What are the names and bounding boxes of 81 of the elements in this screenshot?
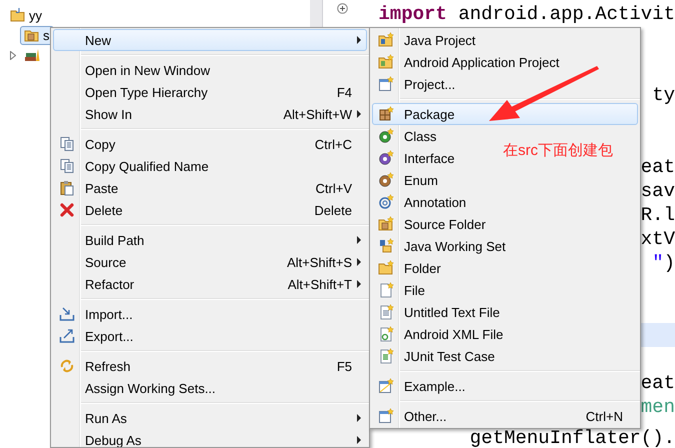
menu-item[interactable]: New bbox=[53, 29, 367, 51]
menu-item[interactable]: Android Application Project bbox=[372, 51, 582, 73]
working-set-icon bbox=[378, 238, 394, 254]
menu-item[interactable]: Other... Ctrl+N bbox=[372, 405, 638, 427]
menu-item[interactable]: Untitled Text File bbox=[372, 301, 523, 323]
menu-item[interactable]: Paste Ctrl+V bbox=[53, 177, 367, 199]
expand-icon[interactable] bbox=[10, 50, 16, 60]
code-line: eat bbox=[640, 156, 675, 178]
menu-item[interactable]: Import... bbox=[53, 303, 156, 325]
submenu-arrow-icon bbox=[357, 414, 361, 422]
menu-item[interactable]: Source Alt+Shift+S bbox=[53, 251, 367, 273]
menu-item[interactable]: Interface bbox=[372, 147, 478, 169]
menu-item[interactable]: Folder bbox=[372, 257, 464, 279]
menu-item[interactable]: Debug As bbox=[53, 429, 367, 447]
code-line: ") bbox=[652, 252, 675, 274]
menu-item[interactable]: Assign Working Sets... bbox=[53, 377, 239, 399]
menu-item[interactable]: Export... bbox=[53, 325, 156, 347]
project-folder-icon bbox=[378, 54, 394, 70]
menu-item[interactable]: Example... bbox=[372, 375, 488, 397]
source-folder-icon bbox=[378, 216, 394, 232]
menu-item[interactable]: Package bbox=[372, 103, 638, 125]
menu-item[interactable]: Java Project bbox=[372, 29, 499, 51]
code-line: R.l bbox=[640, 204, 675, 226]
clipboard-icon bbox=[59, 180, 75, 196]
menu-item[interactable]: File bbox=[372, 279, 448, 301]
submenu-arrow-icon bbox=[357, 258, 361, 266]
submenu-arrow-icon bbox=[357, 236, 361, 244]
delete-icon bbox=[59, 202, 75, 218]
annotation-icon bbox=[378, 194, 394, 210]
code-line: ty bbox=[652, 84, 675, 106]
text-file-icon bbox=[378, 304, 394, 320]
submenu-arrow-icon bbox=[357, 110, 361, 118]
annotation-text: 在src下面创建包 bbox=[503, 141, 613, 160]
menu-item[interactable]: Copy Qualified Name bbox=[53, 155, 232, 177]
submenu-arrow-icon bbox=[357, 436, 361, 444]
code-line: getMenuInflater(). bbox=[470, 429, 675, 447]
menu-item[interactable]: Run As bbox=[53, 407, 367, 429]
interface-icon bbox=[378, 150, 394, 166]
tree-item[interactable]: s bbox=[20, 26, 54, 44]
tree-item[interactable]: yy bbox=[6, 6, 46, 24]
submenu-arrow-icon bbox=[357, 280, 361, 288]
menu-item[interactable]: Delete Delete bbox=[53, 199, 367, 221]
menu-item[interactable]: Open in New Window bbox=[53, 59, 233, 81]
menu-item[interactable]: Refresh F5 bbox=[53, 355, 367, 377]
menu-item[interactable]: JUnit Test Case bbox=[372, 345, 518, 367]
file-icon bbox=[378, 282, 394, 298]
code-line: import android.app.Activit bbox=[378, 3, 675, 25]
xml-file-icon bbox=[378, 326, 394, 342]
code-line: eat bbox=[640, 372, 675, 394]
fold-icon[interactable] bbox=[337, 3, 348, 14]
menu-item[interactable]: Open Type Hierarchy F4 bbox=[53, 81, 367, 103]
menu-item[interactable]: Annotation bbox=[372, 191, 490, 213]
menu-item[interactable]: Java Working Set bbox=[372, 235, 529, 257]
enum-icon bbox=[378, 172, 394, 188]
menu-item[interactable]: Class bbox=[372, 125, 460, 147]
folder-icon bbox=[378, 260, 394, 276]
package-icon bbox=[378, 106, 394, 122]
code-line: xtV bbox=[640, 228, 675, 250]
menu-item[interactable]: Copy Ctrl+C bbox=[53, 133, 367, 155]
project-folder-icon bbox=[10, 7, 26, 23]
menu-item[interactable]: Source Folder bbox=[372, 213, 509, 235]
menu-item[interactable]: Refactor Alt+Shift+T bbox=[53, 273, 367, 295]
menu-item[interactable]: Show In Alt+Shift+W bbox=[53, 103, 367, 125]
export-icon bbox=[59, 328, 75, 344]
code-line: men bbox=[640, 396, 675, 418]
menu-item[interactable]: Project... bbox=[372, 73, 478, 95]
code-line: sav bbox=[640, 180, 675, 202]
class-icon bbox=[378, 128, 394, 144]
menu-item[interactable]: Build Path bbox=[53, 229, 367, 251]
project-folder-icon bbox=[378, 32, 394, 48]
copy-icon bbox=[59, 158, 75, 174]
copy-icon bbox=[59, 136, 75, 152]
menu-item[interactable]: Enum bbox=[372, 169, 461, 191]
refresh-icon bbox=[59, 358, 75, 374]
submenu-arrow-icon bbox=[357, 36, 361, 44]
window-icon bbox=[378, 408, 394, 424]
menu-item[interactable]: Android XML File bbox=[372, 323, 526, 345]
import-icon bbox=[59, 306, 75, 322]
window-icon bbox=[378, 76, 394, 92]
window-icon bbox=[378, 378, 394, 394]
test-case-icon bbox=[378, 348, 394, 364]
